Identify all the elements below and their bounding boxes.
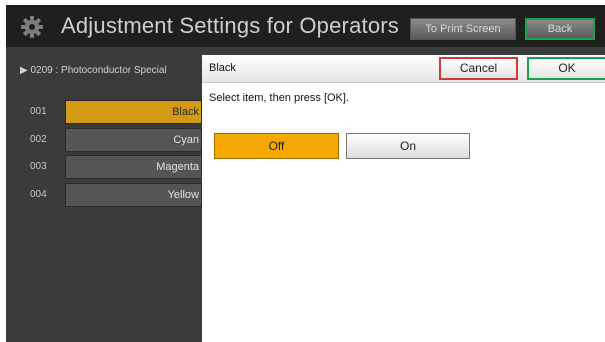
to-print-screen-button[interactable]: To Print Screen bbox=[410, 18, 516, 40]
option-on-button[interactable]: On bbox=[346, 133, 470, 159]
item-button-yellow[interactable]: Yellow bbox=[65, 183, 202, 207]
page-title: Adjustment Settings for Operators bbox=[61, 13, 399, 38]
dialog-instruction: Select item, then press [OK]. bbox=[209, 92, 350, 104]
list-item: 001 Black bbox=[6, 100, 202, 124]
item-number: 001 bbox=[30, 106, 47, 117]
item-number: 003 bbox=[30, 161, 47, 172]
screen: Adjustment Settings for Operators To Pri… bbox=[6, 5, 605, 342]
gear-icon bbox=[21, 16, 43, 38]
back-button[interactable]: Back bbox=[525, 18, 595, 40]
settings-list-panel: ▶ 0209 : Photoconductor Special 001 Blac… bbox=[6, 48, 202, 342]
item-number: 002 bbox=[30, 134, 47, 145]
ok-button[interactable]: OK bbox=[527, 57, 605, 80]
item-button-black[interactable]: Black bbox=[65, 100, 202, 124]
selection-dialog: Black Cancel OK Select item, then press … bbox=[202, 55, 605, 342]
item-button-magenta[interactable]: Magenta bbox=[65, 155, 202, 179]
dialog-titlebar: Black Cancel OK bbox=[202, 55, 605, 83]
item-number: 004 bbox=[30, 189, 47, 200]
list-item: 004 Yellow bbox=[6, 183, 202, 207]
option-off-button[interactable]: Off bbox=[214, 133, 339, 159]
list-item: 002 Cyan bbox=[6, 128, 202, 152]
list-item: 003 Magenta bbox=[6, 155, 202, 179]
item-button-cyan[interactable]: Cyan bbox=[65, 128, 202, 152]
breadcrumb: ▶ 0209 : Photoconductor Special bbox=[20, 65, 167, 76]
dialog-title: Black bbox=[209, 62, 236, 74]
cancel-button[interactable]: Cancel bbox=[439, 57, 518, 80]
header-bar: Adjustment Settings for Operators To Pri… bbox=[6, 5, 605, 47]
